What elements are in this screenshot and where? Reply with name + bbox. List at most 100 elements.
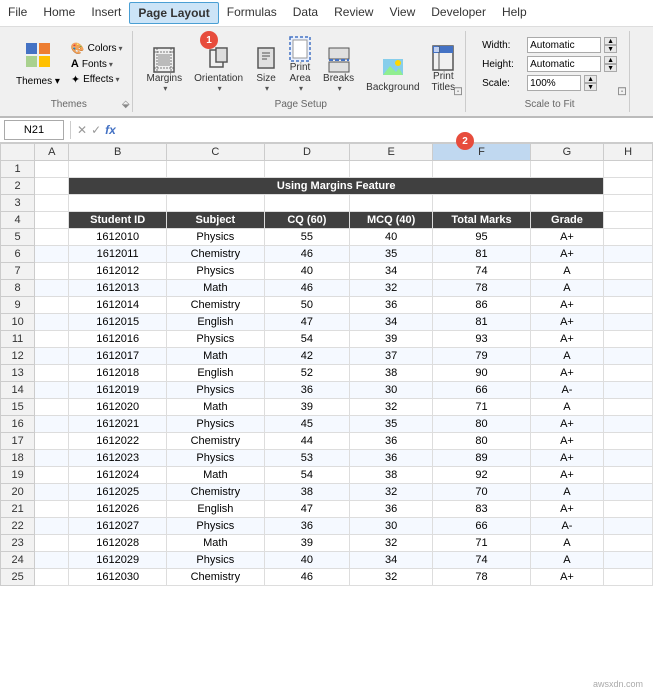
header-student-id[interactable]: Student ID <box>69 212 167 229</box>
menu-view[interactable]: View <box>381 2 423 24</box>
cell-grade-10[interactable]: A+ <box>530 314 603 331</box>
col-header-c[interactable]: C <box>167 144 265 161</box>
scale-input[interactable] <box>527 75 581 91</box>
cell-student-id-10[interactable]: 1612015 <box>69 314 167 331</box>
title-cell[interactable]: Using Margins Feature <box>69 178 604 195</box>
cell-a-24[interactable] <box>35 552 69 569</box>
row-header-13[interactable]: 13 <box>1 365 35 382</box>
height-spin-up[interactable]: ▲ <box>604 56 617 64</box>
cell-h-17[interactable] <box>604 433 653 450</box>
scale-spin-down[interactable]: ▼ <box>584 83 597 91</box>
cell-grade-20[interactable]: A <box>530 484 603 501</box>
cell-total-21[interactable]: 83 <box>433 501 531 518</box>
cell-subject-17[interactable]: Chemistry <box>167 433 265 450</box>
width-spin-down[interactable]: ▼ <box>604 45 617 53</box>
fonts-button[interactable]: A Fonts ▾ <box>68 57 126 71</box>
cell-subject-19[interactable]: Math <box>167 467 265 484</box>
cell-a1[interactable] <box>35 161 69 178</box>
cell-g3[interactable] <box>530 195 603 212</box>
cell-h4[interactable] <box>604 212 653 229</box>
row-header-14[interactable]: 14 <box>1 382 35 399</box>
cell-grade-15[interactable]: A <box>530 399 603 416</box>
cell-h-6[interactable] <box>604 246 653 263</box>
cell-total-12[interactable]: 79 <box>433 348 531 365</box>
cell-student-id-18[interactable]: 1612023 <box>69 450 167 467</box>
cell-cq-7[interactable]: 40 <box>264 263 349 280</box>
cell-total-11[interactable]: 93 <box>433 331 531 348</box>
header-subject[interactable]: Subject <box>167 212 265 229</box>
cell-student-id-25[interactable]: 1612030 <box>69 569 167 586</box>
scale-spin[interactable]: ▲ ▼ <box>584 75 597 91</box>
cell-a-9[interactable] <box>35 297 69 314</box>
cell-total-8[interactable]: 78 <box>433 280 531 297</box>
cell-cq-6[interactable]: 46 <box>264 246 349 263</box>
cell-a3[interactable] <box>35 195 69 212</box>
col-header-a[interactable]: A <box>35 144 69 161</box>
margins-button[interactable]: Margins ▾ <box>143 45 187 95</box>
cell-student-id-14[interactable]: 1612019 <box>69 382 167 399</box>
col-header-d[interactable]: D <box>264 144 349 161</box>
cell-subject-13[interactable]: English <box>167 365 265 382</box>
header-cq[interactable]: CQ (60) <box>264 212 349 229</box>
height-spin-down[interactable]: ▼ <box>604 64 617 72</box>
cell-grade-25[interactable]: A+ <box>530 569 603 586</box>
cell-f3[interactable] <box>433 195 531 212</box>
cell-cq-10[interactable]: 47 <box>264 314 349 331</box>
row-header-5[interactable]: 5 <box>1 229 35 246</box>
cell-subject-15[interactable]: Math <box>167 399 265 416</box>
menu-developer[interactable]: Developer <box>423 2 494 24</box>
cell-student-id-5[interactable]: 1612010 <box>69 229 167 246</box>
row-header-19[interactable]: 19 <box>1 467 35 484</box>
cell-student-id-9[interactable]: 1612014 <box>69 297 167 314</box>
cell-cq-12[interactable]: 42 <box>264 348 349 365</box>
cell-h-9[interactable] <box>604 297 653 314</box>
cell-grade-17[interactable]: A+ <box>530 433 603 450</box>
cell-reference-input[interactable] <box>4 120 64 140</box>
cell-h-22[interactable] <box>604 518 653 535</box>
row-header-12[interactable]: 12 <box>1 348 35 365</box>
cell-mcq-19[interactable]: 38 <box>350 467 433 484</box>
cell-cq-15[interactable]: 39 <box>264 399 349 416</box>
cell-grade-22[interactable]: A- <box>530 518 603 535</box>
cell-subject-8[interactable]: Math <box>167 280 265 297</box>
cell-grade-11[interactable]: A+ <box>530 331 603 348</box>
cell-student-id-12[interactable]: 1612017 <box>69 348 167 365</box>
cell-d1[interactable] <box>264 161 349 178</box>
menu-file[interactable]: File <box>0 2 35 24</box>
row-header-3[interactable]: 3 <box>1 195 35 212</box>
cell-a-16[interactable] <box>35 416 69 433</box>
cell-grade-9[interactable]: A+ <box>530 297 603 314</box>
cell-a-6[interactable] <box>35 246 69 263</box>
cell-total-5[interactable]: 95 <box>433 229 531 246</box>
cell-subject-11[interactable]: Physics <box>167 331 265 348</box>
cell-student-id-21[interactable]: 1612026 <box>69 501 167 518</box>
header-mcq[interactable]: MCQ (40) <box>350 212 433 229</box>
cell-h-12[interactable] <box>604 348 653 365</box>
cell-h-14[interactable] <box>604 382 653 399</box>
cell-mcq-15[interactable]: 32 <box>350 399 433 416</box>
row-header-8[interactable]: 8 <box>1 280 35 297</box>
cell-total-16[interactable]: 80 <box>433 416 531 433</box>
cell-a-23[interactable] <box>35 535 69 552</box>
cell-cq-22[interactable]: 36 <box>264 518 349 535</box>
cell-e3[interactable] <box>350 195 433 212</box>
row-header-2[interactable]: 2 <box>1 178 35 195</box>
row-header-10[interactable]: 10 <box>1 314 35 331</box>
cell-cq-20[interactable]: 38 <box>264 484 349 501</box>
cell-student-id-24[interactable]: 1612029 <box>69 552 167 569</box>
row-header-1[interactable]: 1 <box>1 161 35 178</box>
cell-a-10[interactable] <box>35 314 69 331</box>
cell-a-22[interactable] <box>35 518 69 535</box>
scale-spin-up[interactable]: ▲ <box>584 75 597 83</box>
col-header-g[interactable]: G <box>530 144 603 161</box>
cell-f1[interactable] <box>433 161 531 178</box>
cell-subject-18[interactable]: Physics <box>167 450 265 467</box>
insert-function-icon[interactable]: fx <box>105 123 116 137</box>
cell-student-id-19[interactable]: 1612024 <box>69 467 167 484</box>
col-header-h[interactable]: H <box>604 144 653 161</box>
cell-student-id-11[interactable]: 1612016 <box>69 331 167 348</box>
cell-subject-7[interactable]: Physics <box>167 263 265 280</box>
page-setup-expand-icon[interactable]: ⊡ <box>453 84 463 98</box>
cell-cq-25[interactable]: 46 <box>264 569 349 586</box>
cell-b3[interactable] <box>69 195 167 212</box>
